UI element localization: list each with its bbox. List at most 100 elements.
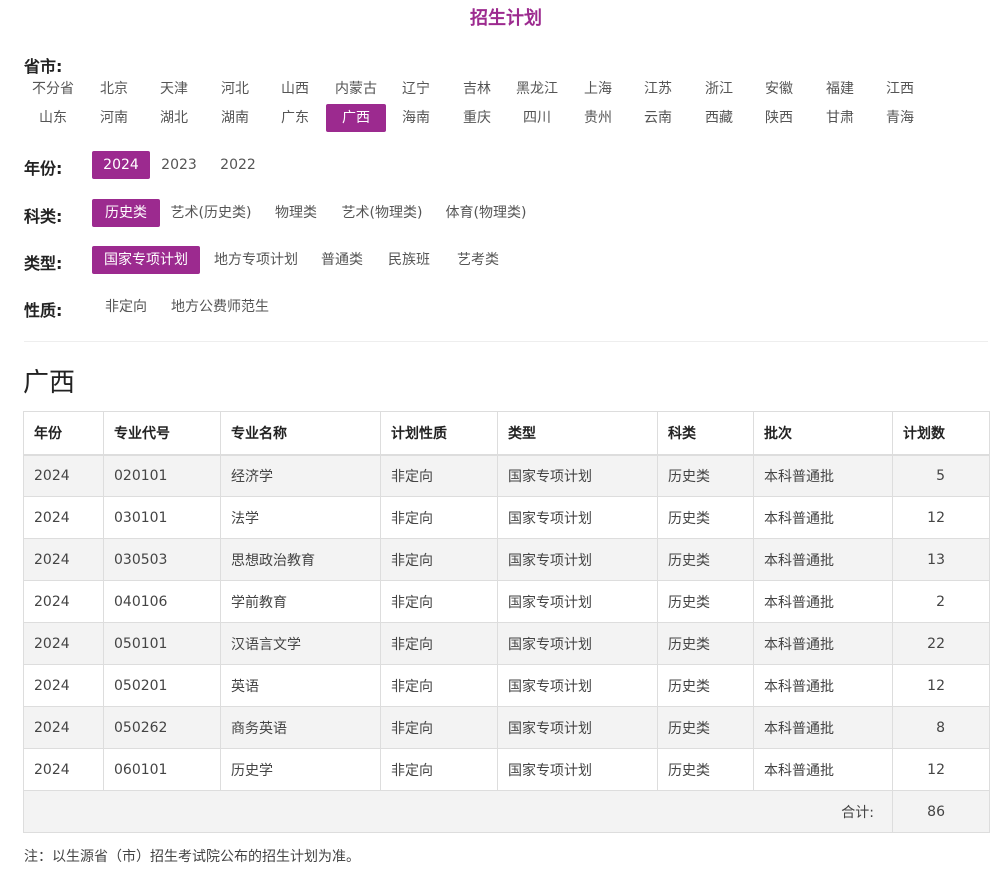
nature-filter-label: 性质: — [24, 301, 63, 320]
subject-filter-label: 科类: — [24, 207, 63, 226]
cell-type: 国家专项计划 — [497, 706, 658, 749]
col-header-major-name: 专业名称 — [220, 411, 381, 456]
cell-type: 国家专项计划 — [497, 664, 658, 707]
province-option[interactable]: 西藏 — [689, 104, 749, 132]
cell-plan-nature: 非定向 — [380, 706, 498, 749]
province-option[interactable]: 天津 — [144, 75, 204, 103]
province-option[interactable]: 湖南 — [205, 104, 265, 132]
province-option[interactable]: 贵州 — [568, 104, 628, 132]
cell-plan-nature: 非定向 — [380, 622, 498, 665]
province-option[interactable]: 江苏 — [628, 75, 688, 103]
cell-plan-nature: 非定向 — [380, 454, 498, 497]
type-option[interactable]: 普通类 — [312, 246, 372, 274]
cell-plan-count: 2 — [892, 580, 990, 623]
type-option[interactable]: 地方专项计划 — [204, 246, 308, 274]
province-option[interactable]: 云南 — [628, 104, 688, 132]
cell-year: 2024 — [23, 622, 104, 665]
province-option[interactable]: 广西 — [326, 104, 386, 132]
table-row: 2024 050101 汉语言文学 非定向 国家专项计划 历史类 本科普通批 22 — [23, 622, 990, 665]
cell-subject: 历史类 — [657, 496, 754, 539]
province-option[interactable]: 上海 — [568, 75, 628, 103]
cell-subject: 历史类 — [657, 622, 754, 665]
subject-option[interactable]: 艺术(物理类) — [333, 199, 431, 227]
result-province-title: 广西 — [23, 368, 76, 398]
cell-plan-nature: 非定向 — [380, 538, 498, 581]
province-option[interactable]: 内蒙古 — [326, 75, 386, 103]
type-option[interactable]: 国家专项计划 — [92, 246, 200, 274]
cell-plan-nature: 非定向 — [380, 748, 498, 791]
year-option[interactable]: 2022 — [210, 151, 266, 179]
cell-year: 2024 — [23, 538, 104, 581]
subject-option[interactable]: 历史类 — [92, 199, 160, 227]
cell-plan-count: 12 — [892, 664, 990, 707]
cell-year: 2024 — [23, 664, 104, 707]
province-option[interactable]: 四川 — [507, 104, 567, 132]
cell-major-name: 法学 — [220, 496, 381, 539]
cell-major-name: 历史学 — [220, 748, 381, 791]
cell-year: 2024 — [23, 454, 104, 497]
province-option[interactable]: 不分省 — [23, 75, 83, 103]
cell-major-code: 050262 — [103, 706, 221, 749]
table-row: 2024 050262 商务英语 非定向 国家专项计划 历史类 本科普通批 8 — [23, 706, 990, 749]
table-row: 2024 050201 英语 非定向 国家专项计划 历史类 本科普通批 12 — [23, 664, 990, 707]
subject-option[interactable]: 物理类 — [266, 199, 326, 227]
table-header-row: 年份 专业代号 专业名称 计划性质 类型 科类 批次 计划数 — [23, 411, 990, 456]
cell-batch: 本科普通批 — [753, 454, 893, 497]
cell-year: 2024 — [23, 580, 104, 623]
province-option[interactable]: 北京 — [84, 75, 144, 103]
section-divider — [24, 341, 988, 342]
cell-plan-nature: 非定向 — [380, 664, 498, 707]
col-header-year: 年份 — [23, 411, 104, 456]
year-option[interactable]: 2024 — [92, 151, 150, 179]
col-header-major-code: 专业代号 — [103, 411, 221, 456]
cell-plan-count: 22 — [892, 622, 990, 665]
province-option[interactable]: 河北 — [205, 75, 265, 103]
province-option[interactable]: 湖北 — [144, 104, 204, 132]
subject-option[interactable]: 艺术(历史类) — [162, 199, 260, 227]
cell-batch: 本科普通批 — [753, 748, 893, 791]
province-option[interactable]: 甘肃 — [810, 104, 870, 132]
cell-year: 2024 — [23, 748, 104, 791]
province-option[interactable]: 海南 — [386, 104, 446, 132]
table-row: 2024 040106 学前教育 非定向 国家专项计划 历史类 本科普通批 2 — [23, 580, 990, 623]
table-row: 2024 030101 法学 非定向 国家专项计划 历史类 本科普通批 12 — [23, 496, 990, 539]
province-option[interactable]: 河南 — [84, 104, 144, 132]
cell-batch: 本科普通批 — [753, 580, 893, 623]
province-option[interactable]: 辽宁 — [386, 75, 446, 103]
subject-option[interactable]: 体育(物理类) — [437, 199, 535, 227]
province-option[interactable]: 山西 — [265, 75, 325, 103]
table-row: 2024 030503 思想政治教育 非定向 国家专项计划 历史类 本科普通批 13 — [23, 538, 990, 581]
province-filter-label: 省市: — [24, 57, 63, 76]
province-option[interactable]: 吉林 — [447, 75, 507, 103]
nature-option[interactable]: 非定向 — [92, 293, 160, 321]
cell-major-code: 050101 — [103, 622, 221, 665]
province-option[interactable]: 青海 — [870, 104, 930, 132]
type-option[interactable]: 民族班 — [379, 246, 439, 274]
province-option[interactable]: 广东 — [265, 104, 325, 132]
cell-major-code: 040106 — [103, 580, 221, 623]
cell-batch: 本科普通批 — [753, 664, 893, 707]
cell-subject: 历史类 — [657, 664, 754, 707]
province-option[interactable]: 重庆 — [447, 104, 507, 132]
province-option[interactable]: 浙江 — [689, 75, 749, 103]
cell-plan-count: 12 — [892, 748, 990, 791]
cell-type: 国家专项计划 — [497, 748, 658, 791]
page-title: 招生计划 — [470, 8, 542, 29]
cell-subject: 历史类 — [657, 706, 754, 749]
province-option[interactable]: 福建 — [810, 75, 870, 103]
type-option[interactable]: 艺考类 — [446, 246, 510, 274]
cell-year: 2024 — [23, 496, 104, 539]
cell-plan-nature: 非定向 — [380, 496, 498, 539]
cell-subject: 历史类 — [657, 580, 754, 623]
nature-option[interactable]: 地方公费师范生 — [162, 293, 278, 321]
cell-major-code: 030101 — [103, 496, 221, 539]
year-option[interactable]: 2023 — [153, 151, 205, 179]
province-option[interactable]: 安徽 — [749, 75, 809, 103]
cell-subject: 历史类 — [657, 748, 754, 791]
province-option[interactable]: 黑龙江 — [507, 75, 567, 103]
province-option[interactable]: 陕西 — [749, 104, 809, 132]
cell-batch: 本科普通批 — [753, 622, 893, 665]
cell-type: 国家专项计划 — [497, 580, 658, 623]
province-option[interactable]: 山东 — [23, 104, 83, 132]
province-option[interactable]: 江西 — [870, 75, 930, 103]
